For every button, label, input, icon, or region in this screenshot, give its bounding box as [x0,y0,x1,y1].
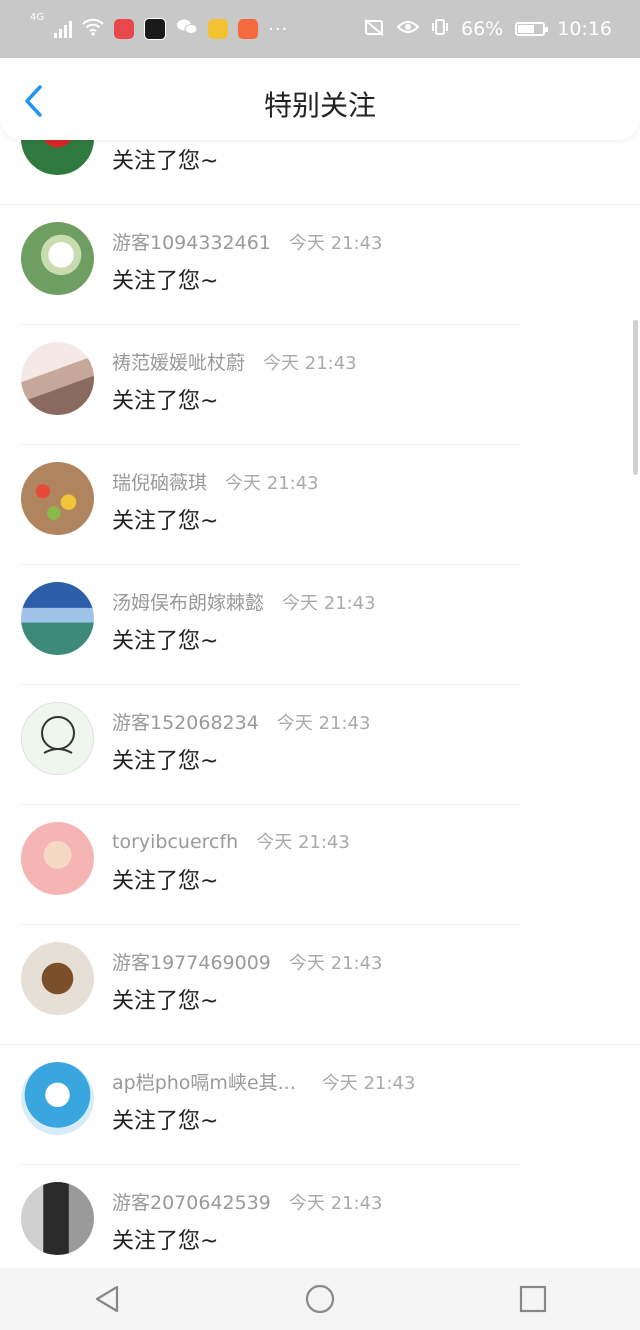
item-meta: 游客1977469009 今天 21:43 [112,948,383,975]
follow-list: 关注了您~ 游客1094332461 今天 21:43 关注了您~ 祷范媛媛呲杖蔚… [0,140,640,1268]
timestamp: 今天 21:43 [282,593,376,614]
item-meta: 瑞倪硇薇琪 今天 21:43 [112,468,319,495]
username[interactable]: 祷范媛媛呲杖蔚 [112,352,245,374]
username[interactable]: 游客2070642539 [112,1192,271,1214]
list-item[interactable]: 游客152068234 今天 21:43 关注了您~ [0,685,640,805]
avatar[interactable] [21,702,94,775]
follow-message: 关注了您~ [112,989,219,1014]
username[interactable]: 瑞倪硇薇琪 [112,472,207,494]
timestamp: 今天 21:43 [288,233,383,254]
avatar[interactable] [21,582,94,655]
wechat-icon [176,18,198,40]
avatar[interactable] [21,140,94,175]
status-left: 4G ··· [30,12,289,40]
list-item[interactable]: 游客1094332461 今天 21:43 关注了您~ [0,205,640,325]
follow-message: 关注了您~ [112,389,219,414]
item-meta: 游客152068234 今天 21:43 [112,708,370,735]
avatar[interactable] [21,942,94,1015]
list-item[interactable]: 瑞倪硇薇琪 今天 21:43 关注了您~ [0,445,640,565]
follow-message: 关注了您~ [112,509,219,534]
username[interactable]: ap桤pho嗝m峡e其... [112,1072,296,1094]
username[interactable]: 汤姆俣布朗嫁棘懿 [112,592,264,614]
app-header: 特别关注 [0,58,640,140]
status-right: 66% 10:16 [363,18,612,41]
more-notifications-icon: ··· [268,18,289,40]
avatar[interactable] [21,222,94,295]
recents-square-icon[interactable] [503,1274,563,1324]
avatar[interactable] [21,822,94,895]
system-nav-bar [0,1268,640,1330]
follow-message: 关注了您~ [112,629,219,654]
list-item[interactable]: 游客1977469009 今天 21:43 关注了您~ [0,925,640,1045]
timestamp: 今天 21:43 [256,832,350,853]
username[interactable]: 游客152068234 [112,712,259,734]
follow-message: 关注了您~ [112,1109,219,1134]
item-meta: 游客1094332461 今天 21:43 [112,228,383,255]
scrollbar[interactable] [633,320,638,475]
timestamp: 今天 21:43 [288,1193,383,1214]
timestamp: 今天 21:43 [225,473,319,494]
list-item[interactable]: 游客2070642539 今天 21:43 关注了您~ [0,1165,640,1268]
follow-message: 关注了您~ [112,1229,219,1254]
back-triangle-icon[interactable] [77,1274,137,1324]
follow-message: 关注了您~ [112,869,219,894]
item-meta: toryibcuercfh 今天 21:43 [112,828,350,854]
item-meta: 祷范媛媛呲杖蔚 今天 21:43 [112,348,357,375]
app-notification-icon [208,19,229,39]
follow-message: 关注了您~ [112,149,219,174]
list-item[interactable]: ap桤pho嗝m峡e其... 今天 21:43 关注了您~ [0,1045,640,1165]
status-bar: 4G ··· 66% 10:16 [0,0,640,58]
follow-message: 关注了您~ [112,749,219,774]
signal-icon [54,20,73,38]
avatar[interactable] [21,462,94,535]
battery-percent: 66% [461,18,504,40]
username[interactable]: 游客1094332461 [112,232,271,254]
eye-comfort-icon [396,18,420,40]
item-meta: 汤姆俣布朗嫁棘懿 今天 21:43 [112,588,376,615]
list-item[interactable]: toryibcuercfh 今天 21:43 关注了您~ [0,805,640,925]
timestamp: 今天 21:43 [276,713,371,734]
item-meta: ap桤pho嗝m峡e其... 今天 21:43 [112,1068,415,1095]
app-notification-icon [144,18,167,40]
page-title: 特别关注 [263,89,376,122]
network-type: 4G [30,12,45,23]
username[interactable]: toryibcuercfh [112,831,238,853]
timestamp: 今天 21:43 [288,953,383,974]
list-item[interactable]: 汤姆俣布朗嫁棘懿 今天 21:43 关注了您~ [0,565,640,685]
app-notification-icon [238,19,259,39]
clock: 10:16 [557,18,612,40]
home-circle-icon[interactable] [290,1274,350,1324]
list-item[interactable]: 关注了您~ [0,140,640,205]
timestamp: 今天 21:43 [263,353,357,374]
list-item[interactable]: 祷范媛媛呲杖蔚 今天 21:43 关注了您~ [0,325,640,445]
item-meta: 游客2070642539 今天 21:43 [112,1188,383,1215]
vibrate-icon [431,18,449,41]
avatar[interactable] [21,1062,94,1135]
username[interactable]: 游客1977469009 [112,952,271,974]
wifi-icon [82,18,104,40]
battery-icon [515,22,549,36]
no-sim-icon [363,18,385,41]
follow-message: 关注了您~ [112,269,219,294]
avatar[interactable] [21,1182,94,1255]
avatar[interactable] [21,342,94,415]
app-notification-icon [114,19,135,39]
timestamp: 今天 21:43 [321,1073,416,1094]
